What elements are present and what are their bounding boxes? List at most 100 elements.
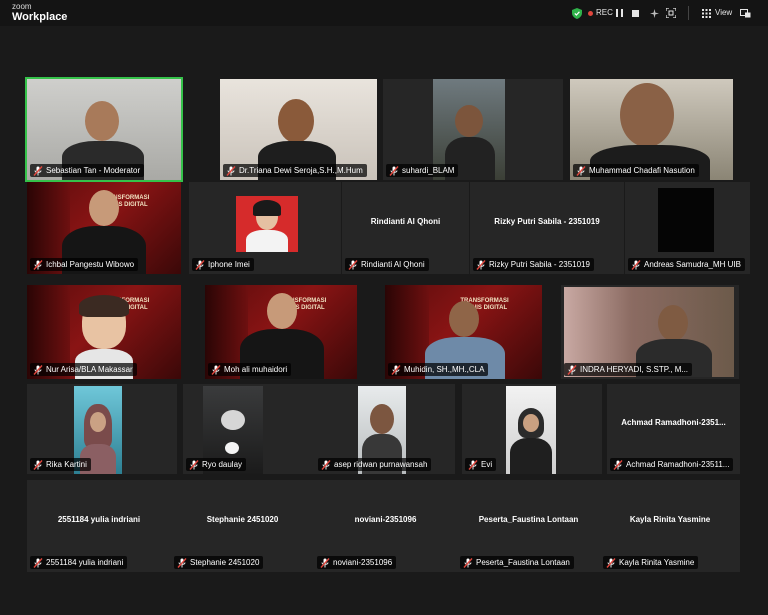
participant-center-name: Stephanie 2451020: [206, 515, 279, 524]
stop-recording-icon[interactable]: [632, 7, 639, 19]
view-label: View: [715, 8, 733, 17]
recording-indicator[interactable]: REC: [588, 7, 613, 19]
participant-name-label: Iphone Imei: [192, 258, 254, 271]
mic-muted-icon: [195, 259, 208, 270]
participant-tile[interactable]: Sebastian Tan - Moderator: [25, 77, 183, 182]
participant-name: Kayla Rinita Yasmine: [619, 558, 695, 567]
participant-name: 2551184 yulia indriani: [46, 558, 124, 567]
participant-name: Stephanie 2451020: [190, 558, 260, 567]
mic-muted-icon: [463, 557, 476, 568]
participant-name: Achmad Ramadhoni-23511...: [626, 460, 730, 469]
participant-name: Iphone Imei: [208, 260, 250, 269]
participant-tile[interactable]: Dr.Triana Dewi Seroja,S.H.,M.Hum: [220, 79, 377, 180]
grid-icon: [702, 8, 711, 18]
participant-name-label: 2551184 yulia indriani: [30, 556, 128, 569]
participant-name: Rizky Putri Sabila - 2351019: [489, 260, 590, 269]
sparkle-icon[interactable]: [650, 7, 659, 19]
participant-name-label: Rindianti Al Qhoni: [345, 258, 429, 271]
mic-muted-icon: [33, 259, 46, 270]
mic-muted-icon: [189, 459, 202, 470]
mic-muted-icon: [177, 557, 190, 568]
participant-tile[interactable]: TRANSFORMASIBISNIS DIGITALNur Arisa/BLA …: [27, 285, 181, 379]
top-bar: zoom Workplace REC View: [0, 0, 768, 26]
security-shield-icon[interactable]: [572, 7, 582, 19]
mic-muted-icon: [567, 364, 580, 375]
toolbar-divider: [688, 6, 689, 20]
participant-tile[interactable]: Andreas Samudra_MH UIB: [625, 182, 750, 274]
participant-tile[interactable]: Rizky Putri Sabila - 2351019 Rizky Putri …: [470, 182, 624, 274]
participant-tile[interactable]: Iphone Imei: [189, 182, 341, 274]
participant-tile[interactable]: Rindianti Al Qhoni Rindianti Al Qhoni: [342, 182, 469, 274]
mic-muted-icon: [613, 459, 626, 470]
participant-name: asep ridwan purnawansah: [334, 460, 428, 469]
participant-tile[interactable]: 2551184 yulia indriani 2551184 yulia indr…: [27, 480, 171, 572]
participant-name-label: Andreas Samudra_MH UIB: [628, 258, 745, 271]
participant-name-label: Kayla Rinita Yasmine: [603, 556, 699, 569]
mic-muted-icon: [321, 459, 334, 470]
participant-name-label: Muhammad Chadafi Nasution: [573, 164, 699, 177]
participant-name-label: asep ridwan purnawansah: [318, 458, 432, 471]
mic-muted-icon: [33, 557, 46, 568]
participant-name: Muhidin, SH.,MH.,CLA: [404, 365, 485, 374]
participant-name: Muhammad Chadafi Nasution: [589, 166, 695, 175]
minimize-window-icon[interactable]: [740, 7, 751, 19]
participant-tile[interactable]: Stephanie 2451020 Stephanie 2451020: [171, 480, 314, 572]
participant-name-label: Stephanie 2451020: [174, 556, 264, 569]
participant-name: Ichbal Pangestu Wibowo: [46, 260, 135, 269]
participant-name-label: INDRA HERYADI, S.STP., M...: [564, 363, 693, 376]
participant-name: Nur Arisa/BLA Makassar: [46, 365, 133, 374]
mic-muted-icon: [391, 364, 404, 375]
pause-recording-icon[interactable]: [616, 7, 623, 19]
participant-video: [658, 188, 714, 252]
participant-name-label: Rizky Putri Sabila - 2351019: [473, 258, 594, 271]
rec-label: REC: [596, 8, 613, 17]
view-button[interactable]: View: [702, 7, 732, 19]
mic-muted-icon: [320, 557, 333, 568]
fullscreen-icon[interactable]: [666, 7, 676, 19]
participant-tile[interactable]: TRANSFORMASI BISNIS DIGITAL Moh ali muhaid…: [205, 285, 357, 379]
mic-muted-icon: [631, 259, 644, 270]
participant-tile[interactable]: Ryo daulay: [183, 384, 335, 474]
participant-name-label: Nur Arisa/BLA Makassar: [30, 363, 137, 376]
participant-name-label: noviani-2351096: [317, 556, 397, 569]
participant-name: Peserta_Faustina Lontaan: [476, 558, 570, 567]
participant-center-name: Kayla Rinita Yasmine: [629, 515, 711, 524]
mic-muted-icon: [476, 259, 489, 270]
participant-name: suhardi_BLAM: [402, 166, 455, 175]
mic-muted-icon: [211, 364, 224, 375]
participant-tile[interactable]: asep ridwan purnawansah: [315, 384, 455, 474]
participant-name-label: Moh ali muhaidori: [208, 363, 292, 376]
participant-tile[interactable]: Muhammad Chadafi Nasution: [570, 79, 733, 180]
participant-name-label: Achmad Ramadhoni-23511...: [610, 458, 734, 471]
participant-name: Rindianti Al Qhoni: [361, 260, 425, 269]
participant-name-label: Ryo daulay: [186, 458, 247, 471]
participant-tile[interactable]: INDRA HERYADI, S.STP., M...: [561, 285, 739, 379]
participant-name-label: Evi: [465, 458, 497, 471]
participant-name-label: Dr.Triana Dewi Seroja,S.H.,M.Hum: [223, 164, 367, 177]
participant-name-label: Sebastian Tan - Moderator: [30, 164, 145, 177]
participant-center-name: noviani-2351096: [354, 515, 417, 524]
participant-name: noviani-2351096: [333, 558, 393, 567]
participant-tile[interactable]: Peserta_Faustina Lontaan Peserta_Faustina…: [457, 480, 600, 572]
mic-muted-icon: [389, 165, 402, 176]
participant-tile[interactable]: TRANSFORMASI BISNIS DIGITAL Ichbal Pangest…: [27, 182, 181, 274]
mic-muted-icon: [33, 364, 46, 375]
participant-tile[interactable]: Rika Kartini: [27, 384, 177, 474]
brand-workplace: Workplace: [12, 11, 68, 23]
participant-tile[interactable]: Kayla Rinita Yasmine Kayla Rinita Yasmine: [600, 480, 740, 572]
participant-tile[interactable]: Evi: [462, 384, 602, 474]
mic-muted-icon: [576, 165, 589, 176]
participant-tile[interactable]: TRANSFORMASI BISNIS DIGITAL Muhidin, SH.,M…: [385, 285, 542, 379]
participant-tile[interactable]: Achmad Ramadhoni-2351... Achmad Ramadhoni…: [607, 384, 740, 474]
brand-zoom: zoom: [12, 2, 32, 11]
participant-tile[interactable]: suhardi_BLAM: [383, 79, 563, 180]
participant-center-name: Achmad Ramadhoni-2351...: [621, 418, 726, 427]
participant-name-label: Ichbal Pangestu Wibowo: [30, 258, 139, 271]
participant-name: Evi: [481, 460, 493, 469]
participant-name-label: Peserta_Faustina Lontaan: [460, 556, 574, 569]
participant-center-name: Rizky Putri Sabila - 2351019: [494, 217, 600, 226]
participant-name: Sebastian Tan - Moderator: [46, 166, 141, 175]
mic-muted-icon: [468, 459, 481, 470]
participant-tile[interactable]: noviani-2351096 noviani-2351096: [314, 480, 457, 572]
participant-video: [506, 386, 556, 474]
